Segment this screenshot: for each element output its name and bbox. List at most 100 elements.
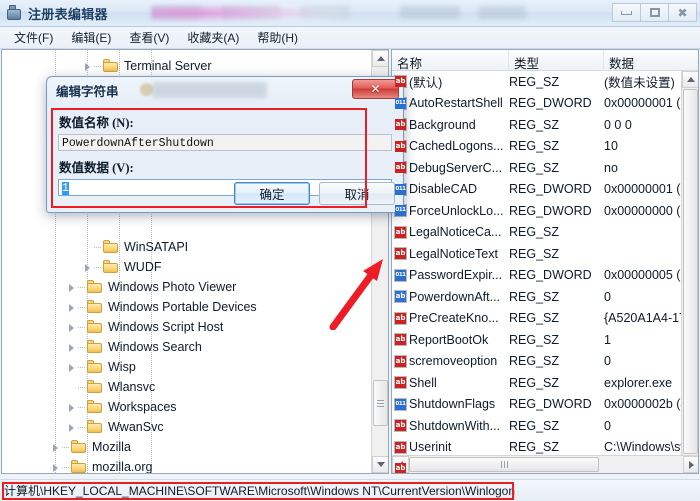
table-row[interactable]: 011 DisableCAD REG_DWORD 0x00000001 (1)	[392, 179, 698, 201]
value-name-label: 数值名称 (N):	[59, 116, 134, 130]
dialog-buttons: 确定 取消	[234, 182, 395, 205]
table-row[interactable]: ab Background REG_SZ 0 0 0	[392, 114, 698, 136]
column-data[interactable]: 数据	[604, 50, 698, 71]
dialog-close-button[interactable]: ✕	[352, 79, 399, 99]
value-name-cell: CachedLogons...	[409, 139, 504, 154]
values-hscroll-thumb[interactable]	[409, 457, 599, 472]
table-row[interactable]: ab ReportBootOk REG_SZ 1	[392, 329, 698, 351]
tree-scroll-up-button[interactable]	[372, 50, 388, 67]
registry-path: 计算机\HKEY_LOCAL_MACHINE\SOFTWARE\Microsof…	[4, 484, 516, 498]
tree-node[interactable]: WwanSvc	[66, 417, 164, 437]
ok-button[interactable]: 确定	[234, 182, 310, 205]
folder-icon	[87, 400, 103, 414]
table-row[interactable]: 011 AutoRestartShell REG_DWORD 0x00000001 (…	[392, 93, 698, 115]
tree-scroll-down-button[interactable]	[372, 456, 388, 473]
value-type-cell: REG_SZ	[509, 74, 560, 89]
table-row[interactable]: ab DebugServerC... REG_SZ no	[392, 157, 698, 179]
tree-node[interactable]: Windows Search	[66, 337, 202, 357]
value-type-cell: REG_SZ	[509, 311, 560, 326]
tree-connector	[94, 266, 101, 268]
value-type-cell: REG_DWORD	[509, 96, 592, 111]
registry-values-panel: 名称 类型 数据 ab (默认) REG_SZ (数值未设置) 011 AutoResta…	[391, 49, 699, 474]
close-button[interactable]: ✖	[668, 3, 697, 22]
menu-file[interactable]: 文件(F)	[5, 27, 62, 48]
values-horizontal-scrollbar[interactable]	[392, 455, 698, 473]
values-scroll-up-button[interactable]	[682, 71, 698, 88]
tree-node[interactable]: Windows Script Host	[66, 317, 223, 337]
table-row[interactable]: 011 ForceUnlockLo... REG_DWORD 0x00000000 (…	[392, 200, 698, 222]
dword-value-icon: 011	[392, 96, 409, 110]
table-row[interactable]: ab LegalNoticeText REG_SZ	[392, 243, 698, 265]
tree-node[interactable]: WUDF	[82, 257, 162, 277]
column-name[interactable]: 名称	[392, 50, 509, 71]
chevron-right-icon[interactable]	[66, 422, 77, 433]
value-type-cell: REG_SZ	[509, 225, 560, 240]
table-row[interactable]: ab PowerdownAft... REG_SZ 0	[392, 286, 698, 308]
tree-node[interactable]: WinSATAPI	[82, 237, 188, 257]
chevron-right-icon[interactable]	[82, 262, 93, 273]
tree-node[interactable]: Windows Photo Viewer	[66, 277, 236, 297]
minimize-button[interactable]	[612, 3, 641, 22]
string-value-icon: ab	[392, 311, 409, 325]
table-row[interactable]: ab CachedLogons... REG_SZ 10	[392, 136, 698, 158]
edit-string-dialog: 编辑字符串 ✕ 数值名称 (N): PowerdownAfterShutdown…	[46, 76, 404, 213]
dialog-title: 编辑字符串	[56, 85, 119, 99]
tree-node[interactable]: Wlansvc	[66, 377, 155, 397]
folder-icon	[87, 280, 103, 294]
value-name-cell: DebugServerC...	[409, 160, 503, 175]
dialog-title-bar: 编辑字符串 ✕	[47, 77, 403, 104]
tree-node[interactable]: mozilla.org	[50, 457, 152, 473]
cancel-button[interactable]: 取消	[319, 182, 395, 205]
chevron-right-icon[interactable]	[66, 302, 77, 313]
tree-node[interactable]: Terminal Server	[82, 56, 212, 76]
values-vertical-scrollbar[interactable]	[681, 71, 698, 456]
value-name-cell: ForceUnlockLo...	[409, 203, 504, 218]
tree-node[interactable]: Workspaces	[66, 397, 177, 417]
dword-value-icon: 011	[392, 268, 409, 282]
table-row[interactable]: ab scremoveoption REG_SZ 0	[392, 351, 698, 373]
folder-icon	[103, 260, 119, 274]
table-row[interactable]: ab LegalNoticeCa... REG_SZ	[392, 222, 698, 244]
chevron-right-icon[interactable]	[66, 362, 77, 373]
menu-favorites[interactable]: 收藏夹(A)	[178, 27, 248, 48]
tree-node[interactable]: Wisp	[66, 357, 136, 377]
chevron-right-icon[interactable]	[66, 282, 77, 293]
table-row[interactable]: ab Shell REG_SZ explorer.exe	[392, 372, 698, 394]
table-row[interactable]: ab (默认) REG_SZ (数值未设置)	[392, 71, 698, 93]
tree-scroll-thumb[interactable]	[373, 380, 388, 426]
menu-view[interactable]: 查看(V)	[120, 27, 178, 48]
value-name-cell: PasswordExpir...	[409, 268, 503, 283]
string-value-icon: ab	[392, 161, 409, 175]
chevron-right-icon[interactable]	[66, 322, 77, 333]
chevron-right-icon[interactable]	[66, 342, 77, 353]
tree-node-label: Windows Portable Devices	[108, 299, 257, 314]
value-name-cell: ShutdownWith...	[409, 418, 501, 433]
values-scroll-thumb[interactable]	[683, 89, 698, 454]
menu-edit[interactable]: 编辑(E)	[62, 27, 120, 48]
registry-icon	[6, 4, 23, 22]
table-row[interactable]: ab PreCreateKno... REG_SZ {A520A1A4-178	[392, 308, 698, 330]
tree-node[interactable]: Windows Portable Devices	[66, 297, 257, 317]
column-type[interactable]: 类型	[509, 50, 604, 71]
chevron-right-icon[interactable]	[82, 61, 93, 72]
chevron-right-icon[interactable]	[50, 442, 61, 453]
folder-icon	[103, 59, 119, 73]
chevron-right-icon[interactable]	[50, 462, 61, 473]
folder-icon	[71, 440, 87, 454]
values-list[interactable]: ab (默认) REG_SZ (数值未设置) 011 AutoRestartShell RE…	[392, 71, 698, 473]
table-row[interactable]: 011 ShutdownFlags REG_DWORD 0x0000002b (4	[392, 394, 698, 416]
value-type-cell: REG_DWORD	[509, 397, 592, 412]
value-name-cell: DisableCAD	[409, 182, 478, 197]
values-scroll-right-button[interactable]	[683, 456, 698, 473]
tree-node-label: Windows Script Host	[108, 319, 224, 334]
table-row[interactable]: ab ShutdownWith... REG_SZ 0	[392, 415, 698, 437]
value-type-cell: REG_SZ	[509, 160, 560, 175]
chevron-right-icon[interactable]	[66, 402, 77, 413]
title-ghost-5	[478, 6, 526, 19]
folder-icon	[87, 380, 103, 394]
maximize-button[interactable]	[640, 3, 669, 22]
value-name-input[interactable]: PowerdownAfterShutdown	[58, 134, 392, 151]
table-row[interactable]: 011 PasswordExpir... REG_DWORD 0x00000005 (…	[392, 265, 698, 287]
menu-help[interactable]: 帮助(H)	[248, 27, 307, 48]
tree-node[interactable]: Mozilla	[50, 437, 131, 457]
